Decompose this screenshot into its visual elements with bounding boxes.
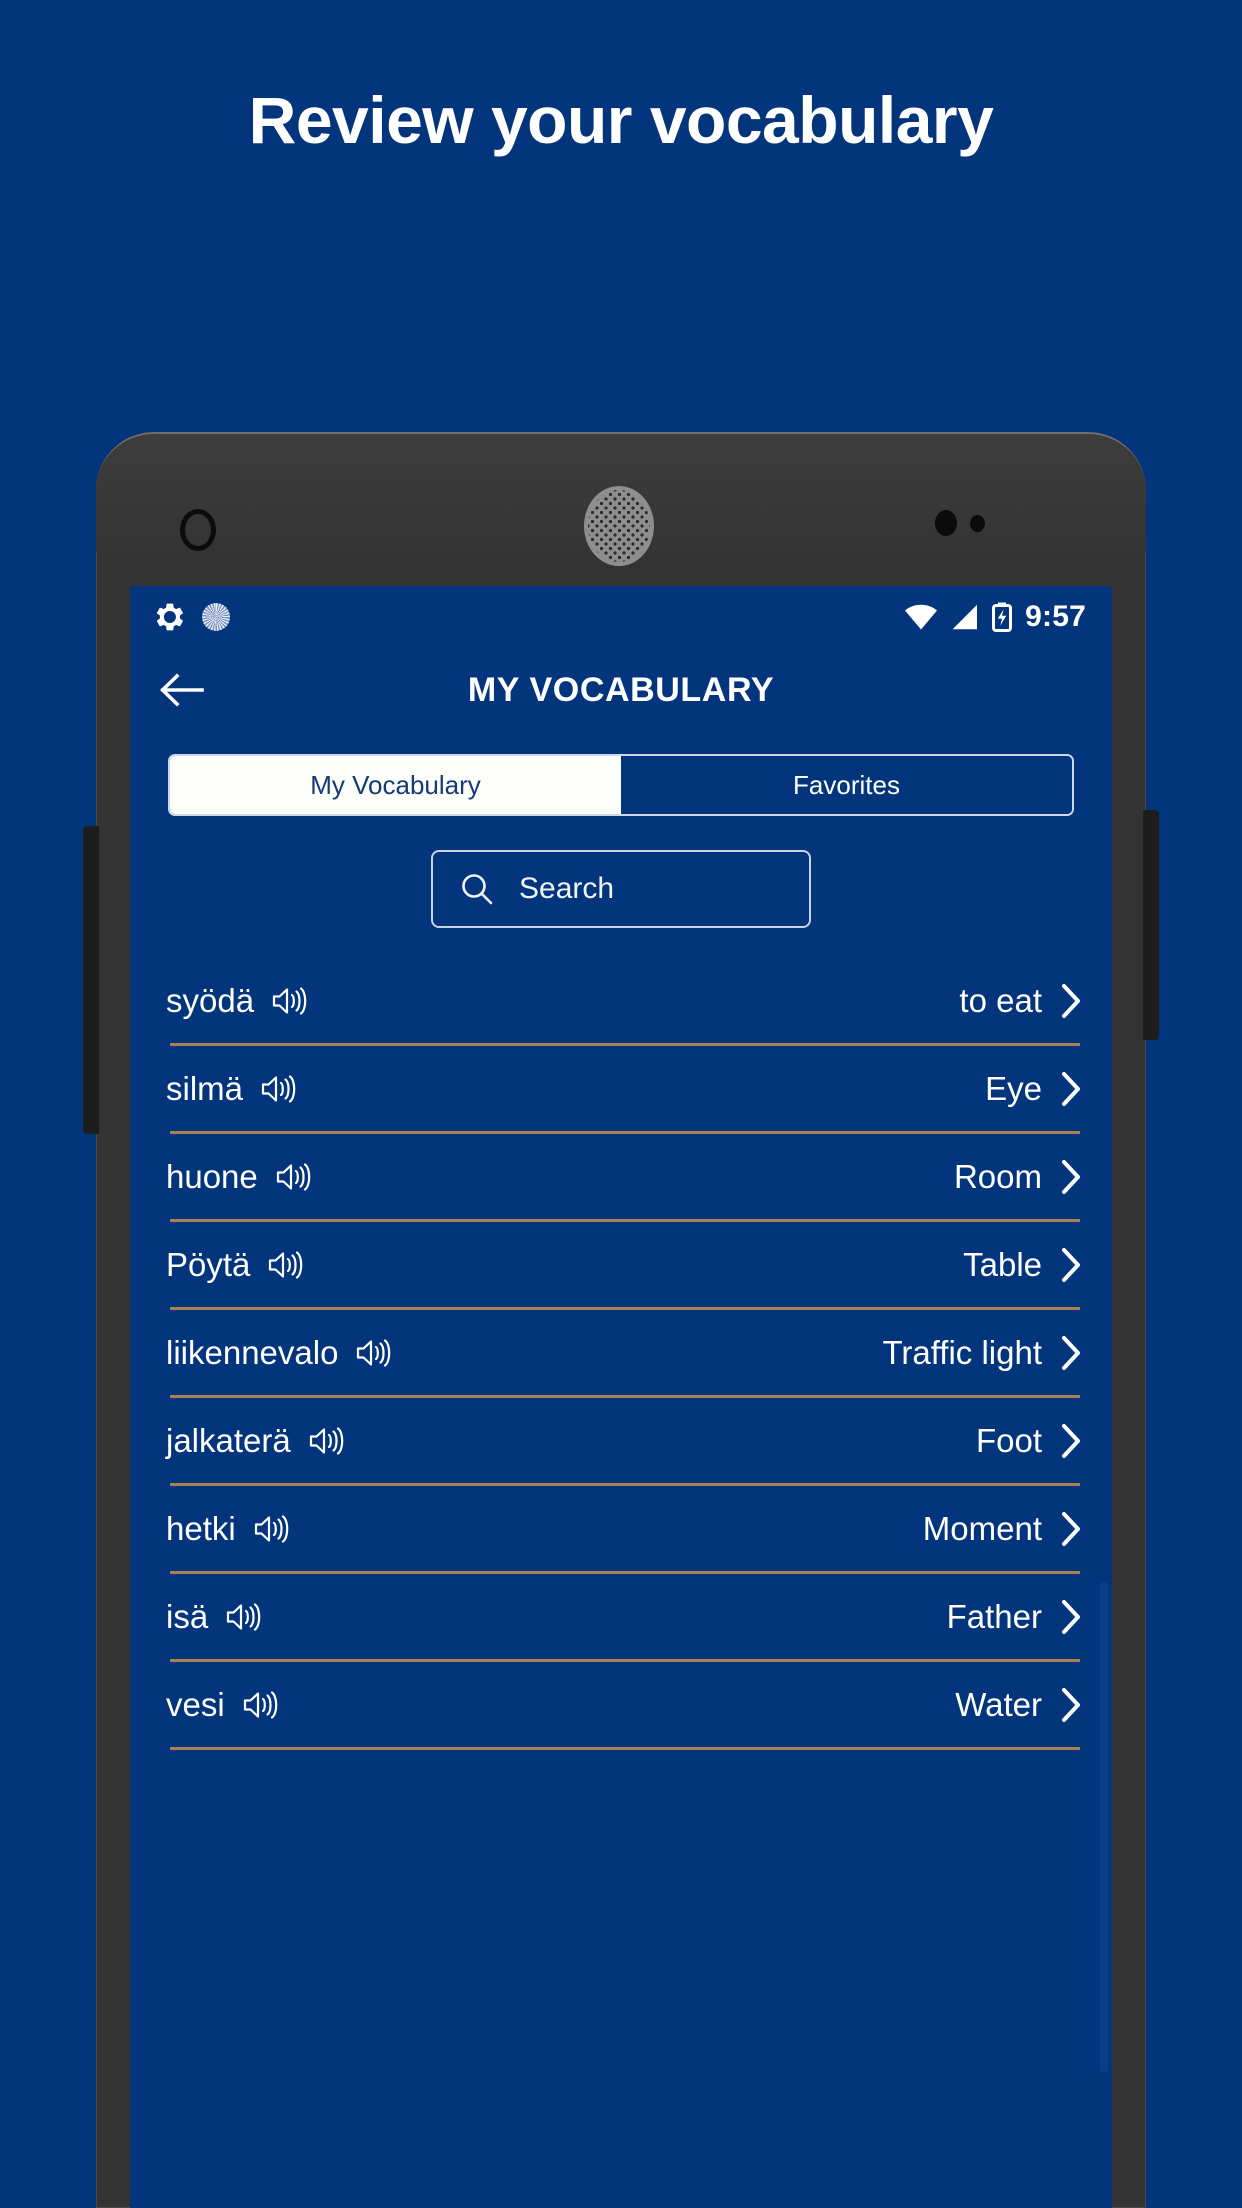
vocabulary-translation-group: Water	[955, 1686, 1084, 1724]
vocabulary-translation: Table	[963, 1246, 1042, 1283]
vocabulary-term: Pöytä	[166, 1246, 251, 1283]
vocabulary-term-group: vesi	[166, 1688, 281, 1722]
vocabulary-term-group: hetki	[166, 1512, 292, 1546]
vocabulary-row[interactable]: vesi Water	[166, 1662, 1084, 1747]
phone-screen: 9:57 MY VOCABULARY My Vocabulary Favorit…	[130, 586, 1112, 2208]
volume-rocker-button[interactable]	[83, 826, 99, 1134]
tab-my-vocabulary[interactable]: My Vocabulary	[170, 756, 621, 814]
vocabulary-row[interactable]: huone Room	[166, 1134, 1084, 1219]
vocabulary-term: jalkaterä	[166, 1422, 291, 1459]
front-camera-icon	[180, 509, 216, 551]
vocabulary-term-group: huone	[166, 1160, 314, 1194]
vocabulary-translation: Foot	[975, 1422, 1042, 1459]
search-area: Search	[130, 850, 1112, 928]
vocabulary-row[interactable]: syödä to eat	[166, 958, 1084, 1043]
speaker-volume-icon[interactable]	[266, 1248, 306, 1282]
vocabulary-term: isä	[166, 1598, 209, 1635]
power-button[interactable]	[1143, 810, 1159, 1040]
chevron-right-icon	[1058, 1334, 1084, 1372]
chevron-right-icon	[1058, 1510, 1084, 1548]
vocabulary-term-group: silmä	[166, 1072, 299, 1106]
vocabulary-term-group: liikennevalo	[166, 1336, 394, 1370]
list-scrollbar[interactable]	[1100, 1582, 1108, 2072]
vocabulary-translation: Father	[946, 1598, 1042, 1635]
vocabulary-translation: to eat	[959, 982, 1042, 1019]
vocabulary-translation: Traffic light	[882, 1334, 1042, 1371]
vocabulary-translation: Room	[953, 1158, 1042, 1195]
chevron-right-icon	[1058, 1686, 1084, 1724]
vocabulary-term: liikennevalo	[166, 1334, 339, 1371]
proximity-sensor-icon	[935, 510, 957, 536]
app-bar-title: MY VOCABULARY	[467, 670, 775, 709]
chevron-right-icon	[1058, 1422, 1084, 1460]
speaker-volume-icon[interactable]	[259, 1072, 299, 1106]
cellular-signal-icon	[951, 604, 979, 630]
app-bar: MY VOCABULARY	[130, 648, 1112, 732]
speaker-volume-icon[interactable]	[241, 1688, 281, 1722]
vocabulary-term-group: isä	[166, 1600, 264, 1634]
vocabulary-translation-group: Father	[947, 1598, 1084, 1636]
vocabulary-translation-group: Room	[954, 1158, 1084, 1196]
speaker-mesh	[588, 490, 650, 562]
vocabulary-term: vesi	[166, 1686, 225, 1723]
speaker-volume-icon[interactable]	[270, 984, 310, 1018]
chevron-right-icon	[1058, 1070, 1084, 1108]
search-placeholder: Search	[519, 872, 615, 905]
speaker-volume-icon[interactable]	[224, 1600, 264, 1634]
speaker-volume-icon[interactable]	[307, 1424, 347, 1458]
vocabulary-term: syödä	[166, 982, 255, 1019]
vocabulary-row[interactable]: liikennevalo Traffic light	[166, 1310, 1084, 1395]
status-bar-right-icons: 9:57	[904, 600, 1086, 634]
ambient-light-sensor-icon	[970, 515, 985, 532]
vocabulary-translation-group: to eat	[959, 982, 1084, 1020]
vocabulary-row[interactable]: jalkaterä Foot	[166, 1398, 1084, 1483]
chevron-right-icon	[1058, 982, 1084, 1020]
speaker-volume-icon[interactable]	[274, 1160, 314, 1194]
vocabulary-term-group: Pöytä	[166, 1248, 306, 1282]
sync-spinner-icon	[202, 603, 230, 631]
vocabulary-term: hetki	[166, 1510, 236, 1547]
page-title: Review your vocabulary	[248, 83, 994, 157]
status-bar-clock: 9:57	[1025, 600, 1086, 633]
earpiece-speaker-icon	[584, 486, 654, 566]
vocabulary-term: huone	[166, 1158, 258, 1195]
vocabulary-term: silmä	[166, 1070, 244, 1107]
speaker-volume-icon[interactable]	[354, 1336, 394, 1370]
vocabulary-term-group: syödä	[166, 984, 310, 1018]
vocabulary-translation: Moment	[922, 1510, 1042, 1547]
back-button[interactable]	[156, 664, 208, 716]
vocabulary-row[interactable]: silmä Eye	[166, 1046, 1084, 1131]
tab-favorites[interactable]: Favorites	[621, 756, 1072, 814]
chevron-right-icon	[1058, 1246, 1084, 1284]
vocabulary-translation-group: Table	[963, 1246, 1084, 1284]
list-divider	[170, 1747, 1080, 1750]
search-input[interactable]: Search	[431, 850, 811, 928]
back-arrow-icon	[159, 671, 205, 709]
search-icon	[459, 871, 495, 907]
vocabulary-translation-group: Traffic light	[882, 1334, 1084, 1372]
status-bar-left-icons	[154, 601, 230, 633]
vocabulary-translation: Water	[955, 1686, 1042, 1723]
vocabulary-translation-group: Eye	[985, 1070, 1084, 1108]
vocabulary-translation: Eye	[985, 1070, 1042, 1107]
segmented-tab-control: My Vocabulary Favorites	[168, 754, 1074, 816]
wifi-icon	[904, 604, 938, 630]
speaker-volume-icon[interactable]	[252, 1512, 292, 1546]
status-bar: 9:57	[130, 586, 1112, 648]
battery-charging-icon	[992, 602, 1013, 632]
vocabulary-row[interactable]: hetki Moment	[166, 1486, 1084, 1571]
chevron-right-icon	[1058, 1598, 1084, 1636]
vocabulary-term-group: jalkaterä	[166, 1424, 347, 1458]
vocabulary-translation-group: Foot	[976, 1422, 1084, 1460]
vocabulary-row[interactable]: Pöytä Table	[166, 1222, 1084, 1307]
vocabulary-translation-group: Moment	[923, 1510, 1084, 1548]
chevron-right-icon	[1058, 1158, 1084, 1196]
vocabulary-list[interactable]: syödä to eat silmä Eye huone Room Pöytä Table li…	[130, 958, 1112, 1750]
gear-icon	[154, 601, 186, 633]
vocabulary-row[interactable]: isä Father	[166, 1574, 1084, 1659]
